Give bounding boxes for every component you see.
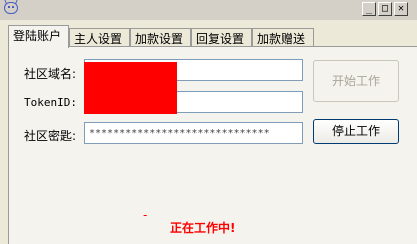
tab-deposit-settings[interactable]: 加款设置 <box>130 28 191 46</box>
app-icon-eye <box>8 6 10 8</box>
status-text: 正在工作中! <box>170 221 236 235</box>
redaction-block <box>84 62 177 114</box>
app-cat-icon <box>4 2 18 14</box>
tab-reply-settings[interactable]: 回复设置 <box>191 28 252 46</box>
stop-work-button[interactable]: 停止工作 <box>313 119 399 144</box>
community-secret-field[interactable]: ****************************** <box>84 122 303 144</box>
token-id-label: TokenID: <box>24 96 77 109</box>
close-button[interactable]: ✕ <box>394 2 408 16</box>
minimize-button[interactable]: _ <box>362 2 376 16</box>
title-bar: _ □ ✕ <box>0 0 417 20</box>
app-icon-eye <box>12 6 14 8</box>
community-domain-label: 社区域名: <box>24 67 77 81</box>
tab-owner-settings[interactable]: 主人设置 <box>69 28 130 46</box>
tab-login-account[interactable]: 登陆账户 <box>8 25 69 48</box>
start-work-button[interactable]: 开始工作 <box>313 60 399 102</box>
community-secret-label: 社区密匙: <box>24 129 77 143</box>
status-dash: - <box>143 208 148 222</box>
maximize-button[interactable]: □ <box>378 2 392 16</box>
tab-deposit-bonus[interactable]: 加款赠送 <box>252 28 314 46</box>
